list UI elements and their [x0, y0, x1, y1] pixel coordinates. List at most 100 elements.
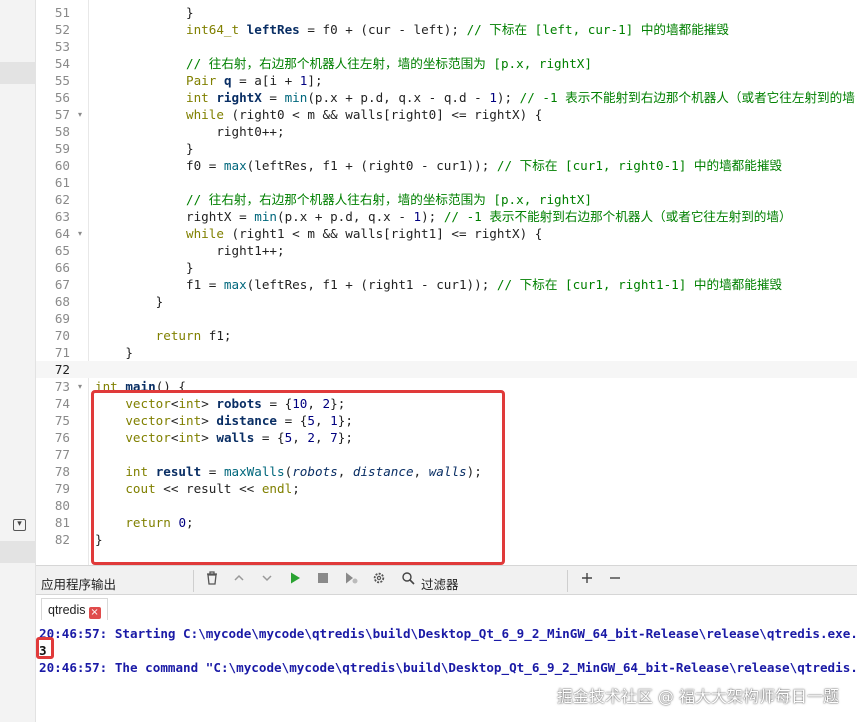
code-line[interactable]: 61 [36, 174, 857, 191]
code-token: 1 [330, 413, 338, 428]
line-number: 74 [54, 396, 70, 411]
line-number: 63 [54, 209, 70, 224]
code-line[interactable]: 74 vector<int> robots = {10, 2}; [36, 395, 857, 412]
highlight-annotation-box [36, 637, 54, 659]
code-line[interactable]: 80 [36, 497, 857, 514]
code-line[interactable]: 51 } [36, 4, 857, 21]
plus-icon[interactable] [577, 571, 597, 591]
code-token: (right1 < m && walls[right1] <= rightX) … [223, 226, 543, 241]
code-token: // 下标在 [cur1, right0-1] 中的墙都能摧毁 [496, 158, 783, 173]
tab-qtredis[interactable]: qtredis × [41, 598, 108, 620]
code-line[interactable]: 62 // 往右射，右边那个机器人往右射，墙的坐标范围为 [p.x, right… [36, 191, 857, 208]
code-line[interactable]: 72 [36, 361, 857, 378]
code-line[interactable]: 58 right0++; [36, 123, 857, 140]
code-token: > [201, 413, 217, 428]
code-line[interactable]: 81 return 0; [36, 514, 857, 531]
code-line[interactable]: 73 ▾ int main() { [36, 378, 857, 395]
code-line[interactable]: 55 Pair q = a[i + 1]; [36, 72, 857, 89]
filter-input[interactable]: 过滤器 [421, 574, 459, 593]
code-line[interactable]: 52 int64_t leftRes = f0 + (cur - left); … [36, 21, 857, 38]
code-text: cout << result << endl; [95, 480, 299, 497]
gear-icon[interactable] [369, 571, 389, 591]
code-text: vector<int> robots = {10, 2}; [95, 395, 345, 412]
fold-arrow-icon[interactable]: ▾ [78, 225, 82, 242]
code-line[interactable]: 71 } [36, 344, 857, 361]
fold-arrow-icon[interactable]: ▾ [78, 378, 82, 395]
code-token: result [155, 464, 202, 479]
code-token: }; [337, 430, 353, 445]
code-token: distance [216, 413, 278, 428]
watermark: 掘金技术社区 @ 福大大架构师每日一题 [556, 687, 839, 706]
code-token: (leftRes, f1 + (right1 - cur1)); [246, 277, 497, 292]
code-text: vector<int> distance = {5, 1}; [95, 412, 353, 429]
code-token: = f0 + (cur - left); [299, 22, 467, 37]
code-line[interactable]: 82} [36, 531, 857, 548]
close-icon[interactable]: × [88, 607, 101, 619]
code-line[interactable]: 69 [36, 310, 857, 327]
fold-arrow-icon[interactable]: ▾ [78, 106, 82, 123]
code-line[interactable]: 70 return f1; [36, 327, 857, 344]
code-text: } [95, 344, 133, 361]
output-line: 20:46:57: The command "C:\mycode\mycode\… [39, 660, 857, 675]
code-token: return [155, 328, 202, 343]
code-line[interactable]: 63 rightX = min(p.x + p.d, q.x - 1); // … [36, 208, 857, 225]
code-token: ]; [307, 73, 323, 88]
code-line[interactable]: 56 int rightX = min(p.x + p.d, q.x - q.d… [36, 89, 857, 106]
code-token: } [186, 260, 194, 275]
code-line[interactable]: 68 } [36, 293, 857, 310]
code-line[interactable]: 78 int result = maxWalls(robots, distanc… [36, 463, 857, 480]
line-number: 65 [54, 243, 70, 258]
code-line[interactable]: 54 // 往右射，右边那个机器人往左射，墙的坐标范围为 [p.x, right… [36, 55, 857, 72]
chevron-down-icon[interactable] [257, 571, 277, 591]
collapse-icon[interactable]: ▾ [13, 519, 26, 531]
code-token: > [201, 396, 217, 411]
code-token: max [223, 158, 247, 173]
chevron-up-icon[interactable] [229, 571, 249, 591]
code-token: rightX [216, 90, 262, 105]
stop-icon[interactable] [313, 571, 333, 591]
minus-icon[interactable] [605, 571, 625, 591]
output-line: 20:46:57: Starting C:\mycode\mycode\qtre… [39, 626, 857, 641]
code-token: leftRes [246, 22, 300, 37]
code-token: ); [421, 209, 444, 224]
code-text: } [95, 4, 194, 21]
line-number: 58 [54, 124, 70, 139]
line-number: 68 [54, 294, 70, 309]
code-line[interactable]: 66 } [36, 259, 857, 276]
code-token: f0 = [186, 158, 224, 173]
line-number: 57 [54, 107, 70, 122]
code-token: } [95, 532, 103, 547]
application-output[interactable]: 20:46:57: Starting C:\mycode\mycode\qtre… [36, 622, 857, 722]
code-line[interactable]: 59 } [36, 140, 857, 157]
run-icon[interactable] [285, 571, 305, 591]
attach-debugger-icon[interactable] [341, 571, 361, 591]
code-token: = a[i + [231, 73, 300, 88]
code-line[interactable]: 75 vector<int> distance = {5, 1}; [36, 412, 857, 429]
code-line[interactable]: 53 [36, 38, 857, 55]
code-line[interactable]: 64 ▾ while (right1 < m && walls[right1] <… [36, 225, 857, 242]
code-line[interactable]: 60 f0 = max(leftRes, f1 + (right0 - cur1… [36, 157, 857, 174]
code-token: }; [337, 413, 353, 428]
code-token: << result << [155, 481, 262, 496]
line-number: 53 [54, 39, 70, 54]
line-number: 64 [54, 226, 70, 241]
code-token: right1++; [216, 243, 285, 258]
code-line[interactable]: 65 right1++; [36, 242, 857, 259]
code-token: distance [352, 464, 414, 479]
code-line[interactable]: 67 f1 = max(leftRes, f1 + (right1 - cur1… [36, 276, 857, 293]
code-editor[interactable]: 51 } 52 int64_t leftRes = f0 + (cur - lef… [36, 0, 857, 565]
code-line[interactable]: 77 [36, 446, 857, 463]
code-text: // 往右射，右边那个机器人往右射，墙的坐标范围为 [p.x, rightX] [95, 191, 592, 208]
code-line[interactable]: 57 ▾ while (right0 < m && walls[right0] <… [36, 106, 857, 123]
code-token: while [186, 226, 224, 241]
code-line[interactable]: 76 vector<int> walls = {5, 2, 7}; [36, 429, 857, 446]
search-icon[interactable] [398, 571, 418, 591]
clear-icon[interactable] [202, 571, 222, 591]
code-line[interactable]: 79 cout << result << endl; [36, 480, 857, 497]
